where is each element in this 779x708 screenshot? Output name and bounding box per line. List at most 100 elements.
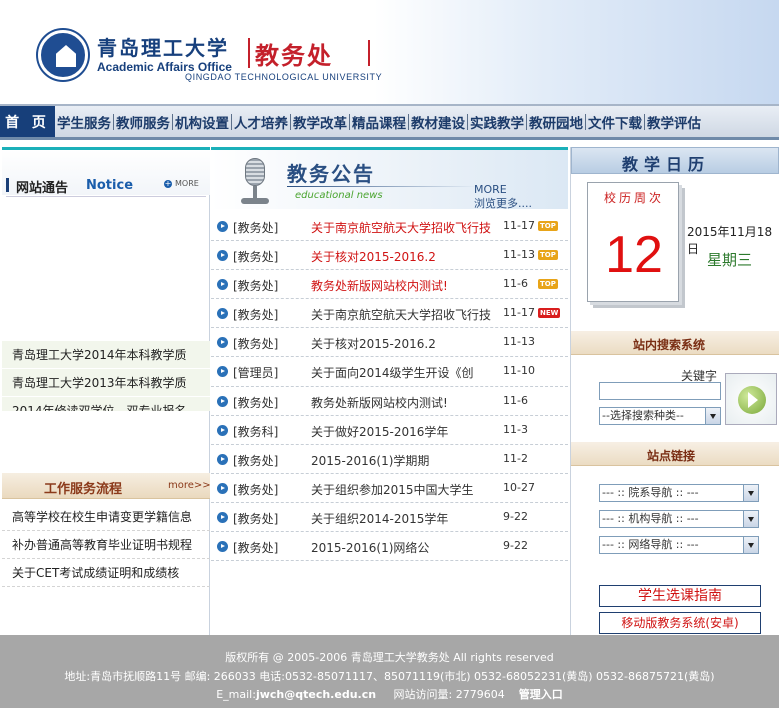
admin-entry-link[interactable]: 管理入口 [519, 688, 563, 701]
news-title-link[interactable]: 2015-2016(1)学期期 [311, 452, 493, 469]
calendar-week-number: 12 [605, 226, 663, 284]
news-title-link[interactable]: 关于南京航空航天大学招收飞行技 [311, 306, 493, 323]
nav-item-quality-courses[interactable]: 精品课程 [350, 106, 408, 137]
visits-count: 2779604 [455, 688, 505, 701]
service-item[interactable]: 高等学校在校生申请变更学籍信息 [2, 503, 210, 531]
news-title-link[interactable]: 关于面向2014级学生开设《创 [311, 364, 493, 381]
news-title: 教务公告 [287, 162, 375, 186]
news-item[interactable]: [教务处] 关于组织2014-2015学年 9-22 [211, 503, 568, 533]
news-item[interactable]: [教务处] 2015-2016(1)网络公 9-22 [211, 532, 568, 562]
news-item[interactable]: [教务处] 关于核对2015-2016.2 11-13 TOP [211, 241, 568, 271]
search-title: 站内搜索系统 [633, 338, 706, 352]
microphone-icon [239, 158, 271, 204]
arrow-bullet-icon [217, 308, 228, 320]
dept-nav-select[interactable]: --- :: 院系导航 :: --- [599, 484, 759, 502]
email-link[interactable]: jwch@qtech.edu.cn [256, 688, 376, 701]
news-date: 9-22 [503, 539, 528, 553]
course-guide-button[interactable]: 学生选课指南 [599, 585, 761, 607]
news-date: 11-17 [503, 306, 535, 320]
logo-divider [248, 38, 250, 68]
news-item[interactable]: [教务处] 关于组织参加2015中国大学生 10-27 [211, 474, 568, 503]
notice-item[interactable]: 2014年修读双学位、双专业报名 [2, 397, 210, 411]
nav-item-textbooks[interactable]: 教材建设 [409, 106, 467, 137]
nav-home[interactable]: 首 页 [0, 106, 55, 137]
news-title-link[interactable]: 2015-2016(1)网络公 [311, 539, 493, 556]
news-source: [教务处] [233, 279, 279, 294]
news-item[interactable]: [教务处] 关于核对2015-2016.2 11-13 [211, 328, 568, 358]
news-title-link[interactable]: 关于南京航空航天大学招收飞行技 [311, 219, 493, 236]
news-title-link[interactable]: 关于组织参加2015中国大学生 [311, 481, 493, 498]
news-source: [教务处] [233, 250, 279, 265]
news-item[interactable]: [教务处] 教务处新版网站校内测试! 11-6 [211, 387, 568, 416]
footer-copyright: 版权所有 @ 2005-2006 青岛理工大学教务处 All rights re… [225, 651, 554, 664]
search-go-button[interactable] [725, 373, 777, 425]
notice-item[interactable]: 青岛理工大学2014年本科教学质 [2, 341, 210, 369]
arrow-bullet-icon [217, 366, 228, 378]
news-source: [教务处] [233, 482, 279, 497]
top-badge-icon: TOP [538, 221, 558, 231]
service-item[interactable]: 关于CET考试成绩证明和成绩核 [2, 559, 210, 587]
nav-item-downloads[interactable]: 文件下载 [586, 106, 644, 137]
mobile-system-button[interactable]: 移动版教务系统(安卓) [599, 612, 761, 634]
calendar-card[interactable]: 校历周次 12 [587, 182, 679, 302]
news-title-link[interactable]: 关于核对2015-2016.2 [311, 248, 493, 265]
left-column: 网站通告 Notice + MORE 青岛理工大学2014年本科教学质 青岛理工… [2, 147, 211, 635]
nav-item-evaluation[interactable]: 教学评估 [645, 106, 703, 137]
news-title-link[interactable]: 教务处新版网站校内测试! [311, 277, 493, 294]
arrow-bullet-icon [217, 511, 228, 523]
news-source: [教务处] [233, 337, 279, 352]
university-seal-icon[interactable] [38, 30, 88, 80]
service-title: 工作服务流程 [44, 482, 123, 497]
news-date: 11-10 [503, 364, 535, 378]
nav-item-teaching-reform[interactable]: 教学改革 [291, 106, 349, 137]
news-list: [教务处] 关于南京航空航天大学招收飞行技 11-17 TOP [教务处] 关于核对201… [211, 212, 568, 562]
arrow-bullet-icon [217, 279, 228, 291]
notice-item[interactable]: 青岛理工大学2013年本科教学质 [2, 369, 210, 397]
news-title-link[interactable]: 关于做好2015-2016学年 [311, 423, 493, 440]
news-item[interactable]: [教务科] 关于做好2015-2016学年 11-3 [211, 416, 568, 445]
notice-title-en: Notice [86, 178, 134, 193]
chevron-down-icon [705, 408, 720, 424]
news-item[interactable]: [教务处] 关于南京航空航天大学招收飞行技 11-17 NEW [211, 299, 568, 329]
notice-list: 青岛理工大学2014年本科教学质 青岛理工大学2013年本科教学质 2014年修… [2, 341, 210, 411]
web-nav-select[interactable]: --- :: 网络导航 :: --- [599, 536, 759, 554]
top-badge-icon: TOP [538, 279, 558, 290]
logo-divider-right [368, 40, 370, 66]
news-title-link[interactable]: 关于核对2015-2016.2 [311, 335, 493, 352]
calendar-week-label: 校历周次 [603, 191, 664, 205]
nav-item-organization[interactable]: 机构设置 [173, 106, 231, 137]
search-kind-select[interactable]: --选择搜索种类-- [599, 407, 721, 425]
news-title-link[interactable]: 教务处新版网站校内测试! [311, 394, 493, 411]
main-nav: 首 页 学生服务 教师服务 机构设置 人才培养 教学改革 精品课程 教材建设 实… [0, 104, 779, 140]
news-item[interactable]: [教务处] 教务处新版网站校内测试! 11-6 TOP [211, 270, 568, 300]
nav-item-research[interactable]: 教研园地 [527, 106, 585, 137]
news-title-link[interactable]: 关于组织2014-2015学年 [311, 510, 493, 527]
nav-item-teacher-service[interactable]: 教师服务 [114, 106, 172, 137]
org-nav-select[interactable]: --- :: 机构导航 :: --- [599, 510, 759, 528]
service-list: 高等学校在校生申请变更学籍信息 补办普通高等教育毕业证明书规程 关于CET考试成… [2, 503, 210, 587]
calendar-header: 教学日历 [571, 147, 779, 174]
nav-item-practice-teaching[interactable]: 实践教学 [468, 106, 526, 137]
news-item[interactable]: [教务处] 2015-2016(1)学期期 11-2 [211, 445, 568, 474]
service-more-link[interactable]: more>> [168, 480, 211, 491]
news-source: [教务处] [233, 221, 279, 235]
news-source: [教务处] [233, 395, 279, 410]
news-item[interactable]: [管理员] 关于面向2014级学生开设《创 11-10 [211, 357, 568, 387]
nav-item-talent-training[interactable]: 人才培养 [232, 106, 290, 137]
news-column: 教务公告 educational news MORE 浏览更多.... [教务处… [211, 147, 568, 635]
nav-item-student-service[interactable]: 学生服务 [55, 106, 113, 137]
service-item[interactable]: 补办普通高等教育毕业证明书规程 [2, 531, 210, 559]
dept-nav-selected: --- :: 院系导航 :: --- [602, 486, 699, 499]
news-item[interactable]: [教务处] 关于南京航空航天大学招收飞行技 11-17 TOP [211, 212, 568, 242]
plus-icon: + [164, 178, 172, 188]
notice-more-button[interactable]: + MORE [164, 179, 199, 188]
news-source: [教务科] [233, 424, 279, 439]
news-browse-more-link[interactable]: 浏览更多.... [474, 195, 532, 211]
footer: 版权所有 @ 2005-2006 青岛理工大学教务处 All rights re… [0, 635, 779, 708]
news-title-en: educational news [295, 190, 383, 201]
keyword-input[interactable] [599, 382, 721, 400]
news-date: 11-3 [503, 422, 528, 436]
search-header: 站内搜索系统 [571, 331, 779, 355]
page: 青岛理工大学 教务处 Academic Affairs Office QINGD… [0, 0, 779, 708]
arrow-bullet-icon [217, 337, 228, 349]
